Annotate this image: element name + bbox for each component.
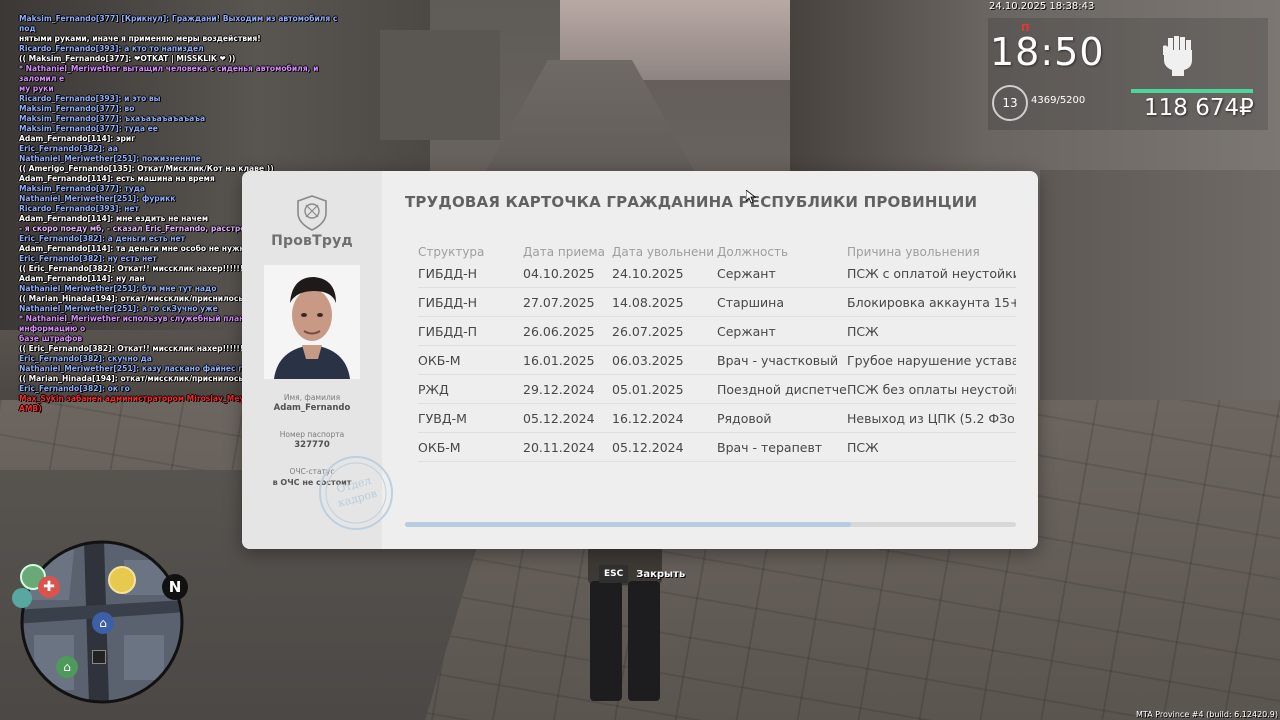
scrollbar-thumb[interactable] xyxy=(405,522,852,527)
table-cell: 04.10.2025 xyxy=(523,265,595,281)
table-cell: 05.12.2024 xyxy=(612,439,684,455)
table-cell: Рядовой xyxy=(717,410,772,426)
table-cell: ГУВД-М xyxy=(418,410,467,426)
table-row: ГИБДД-П 26.06.2025 26.07.2025 Сержант ПСЖ xyxy=(418,317,1016,346)
close-label[interactable]: Закрыть xyxy=(636,569,685,580)
column-header: Должность xyxy=(717,245,789,259)
table-cell: 05.01.2025 xyxy=(612,381,684,397)
table-cell: 26.07.2025 xyxy=(612,323,684,339)
table-cell: Старшина xyxy=(717,294,784,310)
column-header: Дата приема xyxy=(523,245,605,259)
hud-level-badge: 13 xyxy=(992,85,1028,121)
table-cell: Поездной диспетчер xyxy=(717,381,847,397)
chat-line: Ricardo_Fernando[393]: а кто то напиздел xyxy=(19,44,204,53)
north-indicator: N xyxy=(162,574,188,600)
medical-icon: ✚ xyxy=(38,576,60,598)
table-cell: ОКБ-М xyxy=(418,352,461,368)
car-icon xyxy=(12,588,32,608)
column-header: Причина увольнения xyxy=(847,245,980,259)
column-header: Структура xyxy=(418,245,485,259)
chat-line: Maksim_Fernando[377]: ъхаъаъаъаъаъаъа xyxy=(19,114,206,123)
esc-key[interactable]: ESC xyxy=(599,565,629,583)
passport-value: 327770 xyxy=(294,440,330,450)
chat-line: Ricardo_Fernando[393]: и это вы xyxy=(19,94,161,103)
bank-icon: ⌂ xyxy=(56,656,78,678)
horizontal-scrollbar[interactable] xyxy=(405,522,1016,527)
minimap: ✚ ⌂ ⌂ N xyxy=(12,540,188,704)
table-cell: Врач - терапевт xyxy=(717,439,823,455)
chat-line: му руки xyxy=(19,84,54,93)
taxi-icon xyxy=(108,566,136,594)
chat-line: (( Maksim_Fernando[377]: ❤OTKAT | MISSKL… xyxy=(19,54,236,63)
passport-label: Номер паспорта xyxy=(279,430,345,439)
modal-title: ТРУДОВАЯ КАРТОЧКА ГРАЖДАНИНА РЕСПУБЛИКИ … xyxy=(405,193,978,211)
table-row: РЖД 29.12.2024 05.01.2025 Поездной диспетче… xyxy=(418,375,1016,404)
table-cell: Врач - участковый xyxy=(717,352,839,368)
employment-card-modal: ПровТруд Имя, фамилия Adam_Fernando Номе… xyxy=(242,171,1038,549)
table-cell: 24.10.2025 xyxy=(612,265,684,281)
table-cell: Грубое нарушение устава xyxy=(847,352,1016,368)
chat-line: нятыми руками, иначе я применяю меры воз… xyxy=(19,34,261,43)
table-cell: ПСЖ с оплатой неустойки xyxy=(847,265,1016,281)
name-value: Adam_Fernando xyxy=(273,403,351,413)
table-cell: ГИБДД-Н xyxy=(418,265,477,281)
employment-table: Структура Дата приема Дата увольнени Должно… xyxy=(418,241,1016,462)
org-name: ПровТруд xyxy=(271,233,353,249)
emblem-icon xyxy=(292,193,332,233)
home-icon: ⌂ xyxy=(92,612,114,634)
hud-xp: 4369/5200 xyxy=(1031,95,1086,106)
chat-line: Adam_Fernando[114]: эриг xyxy=(19,134,136,143)
hud-time: 18:50 xyxy=(990,30,1105,74)
fist-icon xyxy=(1160,34,1196,76)
building-left-2 xyxy=(380,30,500,140)
mouse-cursor-icon xyxy=(745,189,757,204)
card-sidebar: ПровТруд Имя, фамилия Adam_Fernando Номе… xyxy=(242,171,393,549)
build-info: MTA Province #4 (build: 6.12420.9) xyxy=(1136,710,1278,719)
table-cell: 26.06.2025 xyxy=(523,323,595,339)
table-cell: РЖД xyxy=(418,381,449,397)
table-body: ГИБДД-Н 04.10.2025 24.10.2025 Сержант ПСЖ с … xyxy=(418,259,1016,462)
table-cell: 20.11.2024 xyxy=(523,439,595,455)
table-cell: Блокировка аккаунта 15+ дн xyxy=(847,294,1016,310)
table-cell: Сержант xyxy=(717,265,776,281)
table-cell: 16.12.2024 xyxy=(612,410,684,426)
column-header: Дата увольнени xyxy=(612,245,715,259)
close-hint[interactable]: ESC Закрыть xyxy=(599,565,685,583)
table-cell: ГИБДД-Н xyxy=(418,294,477,310)
table-row: ГИБДД-Н 04.10.2025 24.10.2025 Сержант ПСЖ с … xyxy=(418,259,1016,288)
table-cell: ОКБ-М xyxy=(418,439,461,455)
table-cell: Невыход из ЦПК (5.2 ФЗоП) xyxy=(847,410,1016,426)
table-cell: 14.08.2025 xyxy=(612,294,684,310)
table-cell: ПСЖ без оплаты неустойки + xyxy=(847,381,1016,397)
table-cell: 27.07.2025 xyxy=(523,294,595,310)
hud-money: 118 674₽ xyxy=(1144,95,1254,121)
chat-line: * Nathaniel_Meriwether вытащил человека … xyxy=(19,64,319,83)
chat-line: Maksim_Fernando[377] [Крикнул]: Граждани… xyxy=(19,14,338,33)
table-row: ОКБ-М 20.11.2024 05.12.2024 Врач - терапевт… xyxy=(418,433,1016,462)
table-cell: ПСЖ xyxy=(847,323,879,339)
hud-datetime: 24.10.2025 18:38:43 xyxy=(989,1,1095,12)
chat-line: Eric_Fernando[382]: аа xyxy=(19,144,118,153)
hr-stamp: Отдел кадров xyxy=(318,455,394,531)
table-cell: Сержант xyxy=(717,323,776,339)
table-cell: ГИБДД-П xyxy=(418,323,477,339)
table-row: ОКБ-М 16.01.2025 06.03.2025 Врач - участков… xyxy=(418,346,1016,375)
table-cell: 06.03.2025 xyxy=(612,352,684,368)
table-row: ГУВД-М 05.12.2024 16.12.2024 Рядовой Невыход… xyxy=(418,404,1016,433)
table-cell: 29.12.2024 xyxy=(523,381,595,397)
table-cell: 16.01.2025 xyxy=(523,352,595,368)
name-label: Имя, фамилия xyxy=(283,393,341,402)
table-cell: 05.12.2024 xyxy=(523,410,595,426)
citizen-photo xyxy=(264,265,360,379)
chat-line: Maksim_Fernando[377]: туда ее xyxy=(19,124,158,133)
table-row: ГИБДД-Н 27.07.2025 14.08.2025 Старшина Блоки… xyxy=(418,288,1016,317)
chat-line: Nathaniel_Meriwether[251]: пожизненнпе xyxy=(19,154,201,163)
chat-line: Maksim_Fernando[377]: во xyxy=(19,104,135,113)
hud-money-bar xyxy=(1131,89,1253,93)
player-marker-icon xyxy=(92,650,106,664)
table-cell: ПСЖ xyxy=(847,439,879,455)
